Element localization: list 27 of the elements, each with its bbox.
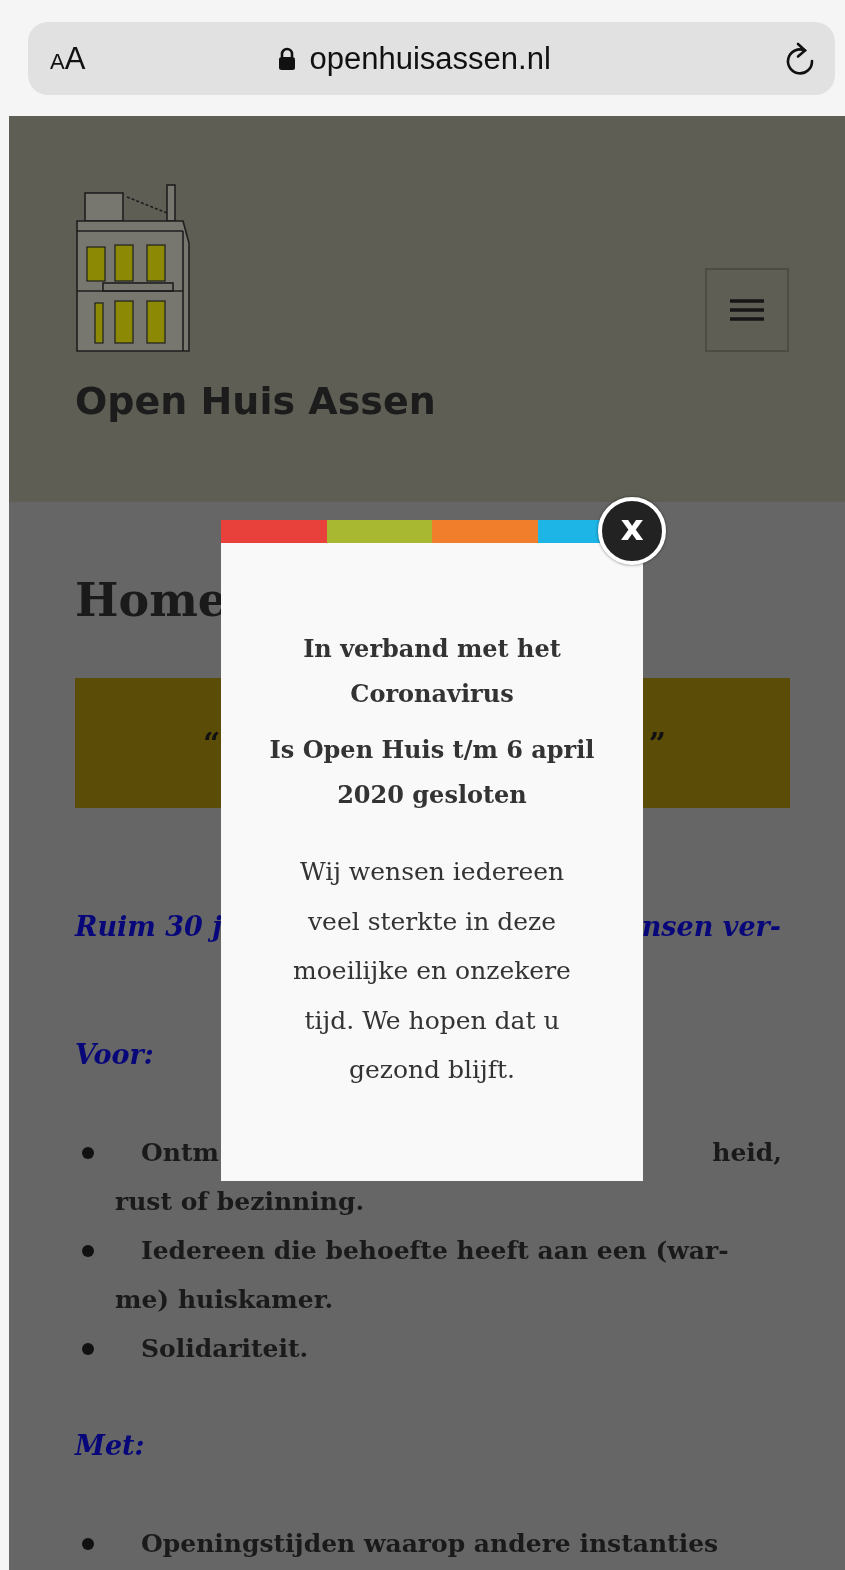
list-item-text: heid,	[712, 1137, 782, 1169]
text-size-button[interactable]: AA	[50, 40, 86, 77]
menu-button[interactable]	[705, 268, 789, 352]
section-label: Met:	[75, 1429, 145, 1463]
url-text: openhuisassen.nl	[309, 40, 551, 77]
popup-heading: Is Open Huis t/m 6 april 2020 gesloten	[268, 734, 596, 811]
close-quote-mark: ”	[648, 725, 666, 761]
lock-icon	[277, 46, 296, 71]
section-label: Voor:	[75, 1038, 154, 1072]
list-item-text: me) huiskamer.	[115, 1284, 334, 1316]
menu-icon	[730, 298, 764, 322]
list-item-text: Openingstijden waarop andere instanties	[141, 1528, 719, 1560]
list-item-text: Ontm	[141, 1137, 219, 1169]
bullet-icon	[82, 1147, 94, 1159]
bullet-icon	[82, 1538, 94, 1550]
popup-message: Wij wensen iedereen veel sterkte in deze moeilijke en onzekere tijd. We hopen dat u gezond blijft.	[292, 856, 572, 1086]
address-bar[interactable]: AA openhuisassen.nl	[28, 22, 835, 95]
list-item-text: Iedereen die behoefte heeft aan een (war-	[141, 1235, 729, 1267]
list-item-text: rust of bezinning.	[115, 1186, 365, 1218]
popup-heading: In verband met het Coronavirus	[302, 633, 562, 710]
intro-text: Ruim 30 j	[75, 910, 223, 944]
list-item-text: Solidariteit.	[141, 1333, 309, 1365]
page-heading: Home	[75, 572, 229, 629]
bullet-icon	[82, 1343, 94, 1355]
bullet-icon	[82, 1245, 94, 1257]
intro-text: nsen ver-	[641, 910, 781, 944]
open-quote-mark: “	[203, 725, 221, 761]
